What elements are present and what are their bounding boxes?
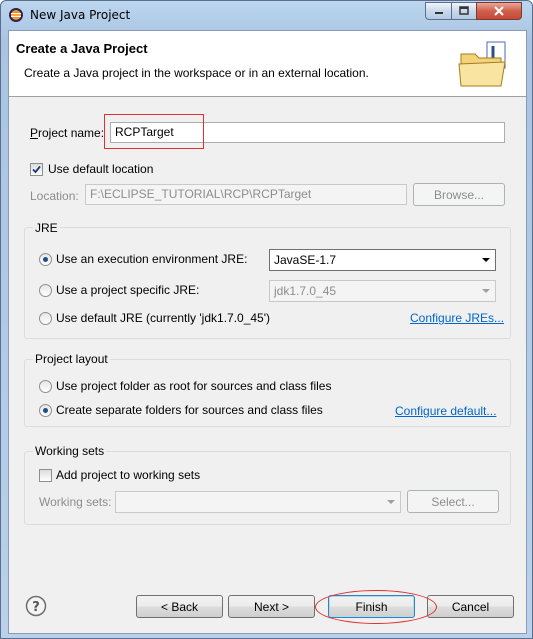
specific-jre-value: jdk1.7.0_45 (274, 284, 337, 298)
window-title: New Java Project (30, 8, 131, 22)
next-button-label: Next > (253, 599, 289, 614)
jre-specific-radio[interactable] (39, 284, 52, 297)
working-sets-group-title: Working sets (33, 444, 107, 458)
dialog-client: Create a Java Project Create a Java proj… (8, 30, 527, 634)
configure-jres-link[interactable]: Configure JREs... (410, 311, 504, 325)
project-layout-group-title: Project layout (33, 352, 110, 366)
java-project-folder-icon (458, 41, 506, 87)
layout-separate-radio[interactable] (39, 404, 52, 417)
layout-root-label[interactable]: Use project folder as root for sources a… (56, 379, 331, 393)
minimize-icon (434, 12, 443, 14)
svg-text:?: ? (32, 600, 40, 615)
specific-jre-select[interactable]: jdk1.7.0_45 (269, 280, 496, 302)
add-to-working-sets-label[interactable]: Add project to working sets (56, 468, 200, 482)
jre-execution-env-label[interactable]: Use an execution environment JRE: (56, 252, 247, 266)
close-button[interactable] (476, 2, 522, 20)
wizard-banner: Create a Java Project Create a Java proj… (9, 31, 526, 97)
layout-separate-label[interactable]: Create separate folders for sources and … (56, 403, 323, 417)
chevron-down-icon (387, 500, 395, 504)
next-button[interactable]: Next > (228, 595, 315, 618)
working-sets-group (24, 451, 511, 525)
cancel-button[interactable]: Cancel (427, 595, 514, 618)
back-button[interactable]: < Back (136, 595, 223, 618)
configure-default-link[interactable]: Configure default... (395, 404, 496, 418)
chevron-down-icon (482, 289, 490, 293)
execution-env-select[interactable]: JavaSE-1.7 (269, 249, 496, 271)
add-to-working-sets-checkbox[interactable] (39, 469, 52, 482)
layout-root-radio[interactable] (39, 380, 52, 393)
working-sets-select[interactable] (115, 491, 401, 513)
help-icon[interactable]: ? (25, 595, 47, 617)
location-input[interactable]: F:\ECLIPSE_TUTORIAL\RCP\RCPTarget (85, 184, 407, 205)
dialog-window: New Java Project Create a Java Project C… (0, 0, 533, 639)
minimize-button[interactable] (425, 2, 452, 20)
jre-default-radio[interactable] (39, 312, 52, 325)
close-icon (494, 6, 504, 16)
chevron-down-icon (482, 258, 490, 262)
jre-group-title: JRE (33, 221, 60, 235)
execution-env-value: JavaSE-1.7 (274, 253, 337, 267)
working-sets-label: Working sets: (39, 495, 112, 509)
maximize-icon (459, 6, 469, 15)
highlight-ellipse (315, 590, 437, 624)
banner-description: Create a Java project in the workspace o… (24, 66, 369, 80)
jre-execution-env-radio[interactable] (39, 253, 52, 266)
back-button-label: < Back (160, 599, 199, 614)
highlight-box (104, 114, 204, 149)
cancel-button-label: Cancel (451, 599, 490, 614)
use-default-location-checkbox[interactable] (30, 163, 43, 176)
banner-title: Create a Java Project (16, 41, 148, 56)
location-label: Location: (30, 189, 79, 203)
eclipse-icon (9, 8, 23, 22)
title-bar[interactable]: New Java Project (1, 1, 532, 29)
browse-button[interactable]: Browse... (413, 183, 505, 206)
jre-specific-label[interactable]: Use a project specific JRE: (56, 283, 199, 297)
select-working-sets-button[interactable]: Select... (407, 490, 499, 513)
jre-default-label[interactable]: Use default JRE (currently 'jdk1.7.0_45'… (56, 311, 270, 325)
use-default-location-label[interactable]: Use default location (48, 162, 153, 176)
maximize-button[interactable] (451, 2, 477, 20)
project-name-label: Project name: (30, 126, 105, 140)
checkmark-icon (32, 165, 41, 174)
